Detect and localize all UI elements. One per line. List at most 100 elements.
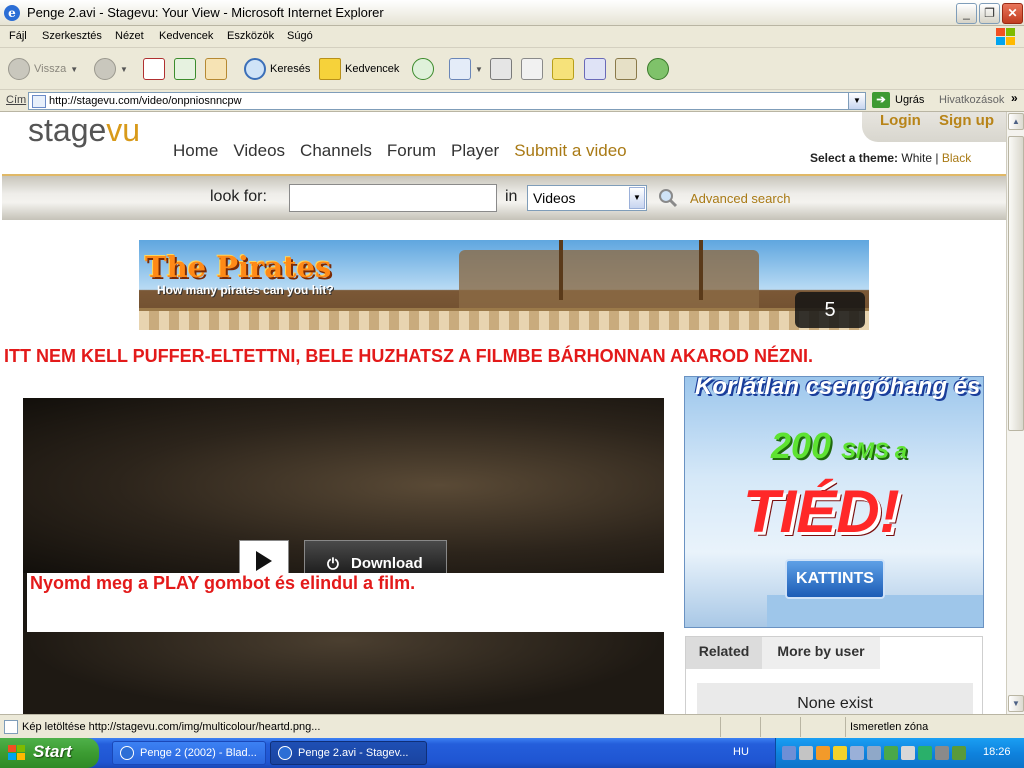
login-link[interactable]: Login [880,112,921,129]
menu-file[interactable]: Fájl [9,30,27,42]
edit-button[interactable] [521,56,543,82]
scroll-down-icon[interactable]: ▼ [1008,695,1024,712]
search-button[interactable]: Keresés [244,56,310,82]
stop-button[interactable] [143,56,165,82]
menu-bar: Fájl Szerkesztés Nézet Kedvencek Eszközö… [0,26,1024,48]
go-label: Ugrás [895,94,925,106]
ad-click-button[interactable]: KATTINTS [785,559,885,599]
scroll-thumb[interactable] [1008,136,1024,431]
system-tray: 18:26 [775,738,1024,768]
language-indicator[interactable]: HU [733,746,749,758]
tray-media-icon[interactable] [816,746,830,760]
address-field[interactable]: http://stagevu.com/video/onpniosnncpw ▼ [28,92,866,110]
mail-button[interactable]: ▼ [449,56,483,82]
menu-view[interactable]: Nézet [115,30,144,42]
edit-page-icon [521,58,543,80]
refresh-icon [174,58,196,80]
signup-link[interactable]: Sign up [939,112,994,129]
links-chevron-icon[interactable]: » [1011,91,1018,105]
ad-line-2-number: 200 [771,425,832,466]
discuss-button[interactable] [552,56,574,82]
address-label: Cím [6,94,27,106]
tray-usb-icon[interactable] [901,746,915,760]
back-button[interactable]: Vissza ▼ [8,56,78,82]
advanced-search-link[interactable]: Advanced search [690,191,790,206]
tray-keyboard-icon[interactable] [799,746,813,760]
menu-help[interactable]: Súgó [287,30,313,42]
status-divider [845,717,846,737]
sms-ad[interactable]: Korlátlan csengőhang és 200 SMS a TIÉD! … [684,376,984,628]
tray-shield-icon[interactable] [833,746,847,760]
forward-dropdown-icon[interactable]: ▼ [120,65,128,74]
address-dropdown-icon[interactable]: ▼ [848,93,865,109]
taskbar-window-1[interactable]: Penge 2 (2002) - Blad... [112,741,266,765]
nav-player[interactable]: Player [451,141,499,160]
nav-videos[interactable]: Videos [233,141,285,160]
site-header: stagevu Home Videos Channels Forum Player Sub… [2,112,1006,174]
in-label: in [505,188,518,205]
forward-button[interactable]: ▼ [94,56,128,82]
tray-network-icon[interactable] [782,746,796,760]
nav-channels[interactable]: Channels [300,141,372,160]
ad-line-1: Korlátlan csengőhang és [695,376,981,400]
taskbar-window-2[interactable]: Penge 2.avi - Stagev... [270,741,427,765]
history-button[interactable] [412,56,434,82]
tray-app-icon[interactable] [935,746,949,760]
favorites-button[interactable]: Kedvencek [319,56,399,82]
media-button[interactable] [615,56,637,82]
pirates-banner-ad[interactable]: The Pirates How many pirates can you hit… [139,240,869,330]
notice-text: ITT NEM KELL PUFFER-ELTETTNI, BELE HUZHA… [4,346,813,366]
search-input[interactable] [289,184,497,212]
refresh-button[interactable] [174,56,196,82]
related-empty-message: None exist [697,683,973,714]
forward-arrow-icon [94,58,116,80]
home-button[interactable] [205,56,227,82]
maximize-button[interactable]: ❐ [979,3,1000,24]
tray-display-icon[interactable] [850,746,864,760]
ad-line-2: 200 SMS a [771,425,907,467]
tab-more-by-user[interactable]: More by user [762,637,880,669]
download-label: Download [351,555,423,572]
theme-black-link[interactable]: Black [942,151,971,165]
search-icon [244,58,266,80]
back-dropdown-icon[interactable]: ▼ [70,65,78,74]
menu-edit[interactable]: Szerkesztés [42,30,102,42]
home-icon [205,58,227,80]
tab-related[interactable]: Related [686,637,762,669]
stagevu-logo[interactable]: stagevu [28,112,140,149]
minimize-button[interactable]: _ [956,3,977,24]
vertical-scrollbar[interactable]: ▲ ▼ [1006,112,1024,714]
links-toolbar[interactable]: Hivatkozások [939,94,1004,106]
mail-dropdown-icon[interactable]: ▼ [475,65,483,74]
go-button[interactable]: ➔ Ugrás [872,92,924,108]
scroll-up-icon[interactable]: ▲ [1008,113,1024,130]
messenger-button[interactable] [584,56,606,82]
back-label: Vissza [34,63,67,75]
close-button[interactable]: ✕ [1002,3,1023,24]
search-scope-select[interactable]: Videos ▼ [527,185,647,211]
start-button[interactable]: Start [0,738,99,768]
print-button[interactable] [490,56,512,82]
contacts-icon [647,58,669,80]
tray-update-icon[interactable] [884,746,898,760]
tray-speaker-icon[interactable] [867,746,881,760]
search-bar: look for: in Videos ▼ Advanced search [2,174,1006,220]
ie-icon [278,746,292,760]
video-player[interactable]: ⏻ Download Nyomd meg a PLAY gombot és el… [23,398,664,714]
menu-favorites[interactable]: Kedvencek [159,30,213,42]
menu-tools[interactable]: Eszközök [227,30,274,42]
nav-submit-video[interactable]: Submit a video [514,141,626,160]
status-divider [720,717,721,737]
magnifier-icon[interactable] [658,188,678,208]
contacts-button[interactable] [647,56,669,82]
research-icon [584,58,606,80]
tray-antivirus-icon[interactable] [918,746,932,760]
status-bar: Kép letöltése http://stagevu.com/img/mul… [0,714,1024,738]
chevron-down-icon[interactable]: ▼ [629,187,645,209]
mail-icon [449,58,471,80]
address-url[interactable]: http://stagevu.com/video/onpniosnncpw [49,95,242,107]
tray-connection-icon[interactable] [952,746,966,760]
theme-white-link[interactable]: White [901,151,932,165]
nav-forum[interactable]: Forum [387,141,436,160]
nav-home[interactable]: Home [173,141,218,160]
